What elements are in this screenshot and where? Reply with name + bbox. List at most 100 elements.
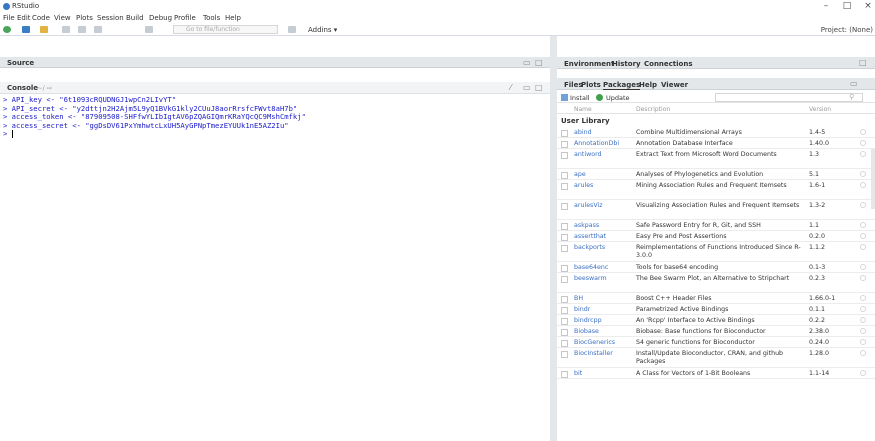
grid-icon[interactable] <box>145 26 153 33</box>
addins-menu[interactable]: Addins ▾ <box>308 26 337 34</box>
minimize-console-icon[interactable]: ▭ <box>523 83 531 92</box>
install-button[interactable]: Install <box>570 94 590 102</box>
remove-package-icon[interactable] <box>860 171 866 177</box>
tab-history[interactable]: History <box>612 60 641 68</box>
package-name-link[interactable]: bindr <box>574 306 590 314</box>
package-name-link[interactable]: assertthat <box>574 233 606 241</box>
remove-package-icon[interactable] <box>860 129 866 135</box>
remove-package-icon[interactable] <box>860 182 866 188</box>
open-file-icon[interactable] <box>40 26 48 33</box>
save-icon[interactable] <box>62 26 70 33</box>
remove-package-icon[interactable] <box>860 275 866 281</box>
package-load-checkbox[interactable] <box>561 152 568 159</box>
tab-plots[interactable]: Plots <box>581 81 601 89</box>
minimize-button[interactable]: – <box>819 1 833 11</box>
menu-debug[interactable]: Debug <box>149 14 172 22</box>
menu-file[interactable]: File <box>3 14 15 22</box>
menu-build[interactable]: Build <box>126 14 144 22</box>
clear-console-icon[interactable]: ⁄ <box>510 83 511 92</box>
column-version[interactable]: Version <box>809 106 831 114</box>
package-load-checkbox[interactable] <box>561 223 568 230</box>
package-name-link[interactable]: antiword <box>574 151 602 159</box>
package-name-link[interactable]: ape <box>574 171 586 179</box>
package-name-link[interactable]: askpass <box>574 222 599 230</box>
tab-help[interactable]: Help <box>639 81 657 89</box>
package-load-checkbox[interactable] <box>561 329 568 336</box>
tab-viewer[interactable]: Viewer <box>661 81 688 89</box>
package-load-checkbox[interactable] <box>561 234 568 241</box>
package-load-checkbox[interactable] <box>561 296 568 303</box>
package-load-checkbox[interactable] <box>561 141 568 148</box>
remove-package-icon[interactable] <box>860 339 866 345</box>
package-load-checkbox[interactable] <box>561 265 568 272</box>
maximize-button[interactable]: □ <box>840 1 854 11</box>
package-name-link[interactable]: abind <box>574 129 592 137</box>
packages-scrollbar[interactable] <box>871 149 875 209</box>
project-menu[interactable]: Project: (None) <box>821 26 873 34</box>
goto-file-input[interactable]: Go to file/function <box>173 25 278 34</box>
menu-help[interactable]: Help <box>225 14 241 22</box>
console-prompt[interactable]: > <box>3 129 547 139</box>
package-name-link[interactable]: Biobase <box>574 328 599 336</box>
menu-tools[interactable]: Tools <box>203 14 220 22</box>
minimize-pane-icon[interactable]: ▭ <box>523 58 531 67</box>
package-load-checkbox[interactable] <box>561 307 568 314</box>
package-name-link[interactable]: beeswarm <box>574 275 607 283</box>
minimize-packages-icon[interactable]: ▭ <box>850 79 858 88</box>
new-project-icon[interactable] <box>22 26 30 33</box>
package-name-link[interactable]: arules <box>574 182 593 190</box>
package-load-checkbox[interactable] <box>561 318 568 325</box>
tab-connections[interactable]: Connections <box>644 60 693 68</box>
layout-icon[interactable] <box>288 26 296 33</box>
remove-package-icon[interactable] <box>860 140 866 146</box>
pane-splitter[interactable] <box>550 36 557 441</box>
package-name-link[interactable]: arulesViz <box>574 202 603 210</box>
package-load-checkbox[interactable] <box>561 172 568 179</box>
package-name-link[interactable]: BH <box>574 295 583 303</box>
remove-package-icon[interactable] <box>860 295 866 301</box>
update-icon[interactable] <box>596 94 603 101</box>
remove-package-icon[interactable] <box>860 233 866 239</box>
package-name-link[interactable]: bindrcpp <box>574 317 602 325</box>
remove-package-icon[interactable] <box>860 328 866 334</box>
tab-packages[interactable]: Packages <box>603 81 641 90</box>
package-load-checkbox[interactable] <box>561 203 568 210</box>
package-load-checkbox[interactable] <box>561 183 568 190</box>
packages-search-input[interactable]: ⚲ <box>715 93 863 102</box>
print-icon[interactable] <box>94 26 102 33</box>
remove-package-icon[interactable] <box>860 264 866 270</box>
install-icon[interactable] <box>561 94 568 101</box>
save-all-icon[interactable] <box>78 26 86 33</box>
remove-package-icon[interactable] <box>860 306 866 312</box>
remove-package-icon[interactable] <box>860 151 866 157</box>
maximize-env-icon[interactable]: □ <box>859 58 867 67</box>
remove-package-icon[interactable] <box>860 244 866 250</box>
remove-package-icon[interactable] <box>860 370 866 376</box>
remove-package-icon[interactable] <box>860 350 866 356</box>
new-file-icon[interactable] <box>3 26 11 33</box>
menu-plots[interactable]: Plots <box>76 14 93 22</box>
menu-edit[interactable]: Edit <box>17 14 31 22</box>
package-load-checkbox[interactable] <box>561 245 568 252</box>
console-output[interactable]: > API_key <- "6t1093cRQUDNGJ1wpCn2LIvYT"… <box>0 95 550 441</box>
package-name-link[interactable]: base64enc <box>574 264 608 272</box>
maximize-console-icon[interactable]: □ <box>535 83 543 92</box>
menu-code[interactable]: Code <box>32 14 50 22</box>
menu-session[interactable]: Session <box>97 14 124 22</box>
package-load-checkbox[interactable] <box>561 340 568 347</box>
update-button[interactable]: Update <box>606 94 630 102</box>
tab-environment[interactable]: Environment <box>564 60 614 68</box>
menu-profile[interactable]: Profile <box>174 14 196 22</box>
menu-view[interactable]: View <box>54 14 71 22</box>
close-button[interactable]: × <box>861 1 875 11</box>
package-load-checkbox[interactable] <box>561 276 568 283</box>
package-name-link[interactable]: bit <box>574 370 582 378</box>
remove-package-icon[interactable] <box>860 222 866 228</box>
package-load-checkbox[interactable] <box>561 130 568 137</box>
package-load-checkbox[interactable] <box>561 371 568 378</box>
remove-package-icon[interactable] <box>860 317 866 323</box>
column-name[interactable]: Name <box>574 106 592 114</box>
tab-files[interactable]: Files <box>564 81 583 89</box>
maximize-pane-icon[interactable]: □ <box>535 58 543 67</box>
remove-package-icon[interactable] <box>860 202 866 208</box>
